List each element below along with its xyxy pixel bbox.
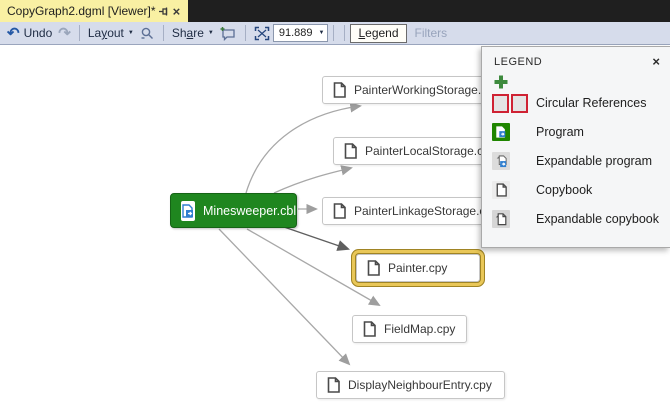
undo-label: Undo [24, 26, 53, 40]
legend-panel: LEGEND × Circular References Program [481, 46, 670, 248]
legend-item-label: Expandable program [536, 154, 652, 168]
tab-strip: CopyGraph2.dgml [Viewer]* × [0, 0, 670, 22]
document-tab-title: CopyGraph2.dgml [Viewer]* [7, 4, 156, 18]
pin-icon[interactable] [158, 4, 169, 19]
toolbar-separator [333, 25, 334, 41]
legend-item-label: Program [536, 125, 584, 139]
zoom-combobox[interactable]: 91.889 ▼ [273, 24, 329, 42]
graph-node-painterlinkagestorage[interactable]: PainterLinkageStorage.cpy [322, 197, 492, 225]
legend-title: LEGEND [494, 56, 652, 68]
program-icon [492, 123, 536, 141]
graph-node-painterworkingstorage[interactable]: PainterWorkingStorage.cpy [322, 76, 492, 104]
legend-item-program[interactable]: Program [492, 121, 670, 143]
legend-item-label: Circular References [536, 96, 646, 110]
filters-button[interactable]: Filters [415, 26, 448, 40]
copybook-icon [492, 181, 536, 199]
undo-icon: ↶ [7, 26, 20, 41]
dgml-viewer-window: CopyGraph2.dgml [Viewer]* × ↶ Undo ↷ Lay… [0, 0, 670, 407]
undo-button[interactable]: ↶ Undo [7, 26, 52, 41]
graph-toolbar: ↶ Undo ↷ Layout ▼ Share ▼ 91.889 ▼ [0, 22, 670, 45]
legend-item-expandable-copybook[interactable]: Expandable copybook [492, 208, 670, 230]
toolbar-separator [245, 25, 246, 41]
node-label: Painter.cpy [388, 261, 447, 275]
legend-item-label: Copybook [536, 183, 592, 197]
chevron-down-icon: ▼ [128, 30, 134, 36]
copybook-icon [363, 321, 376, 337]
toolbar-separator [344, 25, 345, 41]
edge-minesweeper-painterlocal [274, 168, 351, 193]
graph-node-painterlocalstorage[interactable]: PainterLocalStorage.cpy [333, 137, 491, 165]
redo-button[interactable]: ↷ [58, 26, 71, 41]
node-label: DisplayNeighbourEntry.cpy [348, 378, 492, 392]
copybook-icon [344, 143, 357, 159]
share-dropdown[interactable]: Share ▼ [172, 26, 214, 40]
graph-node-painter[interactable]: Painter.cpy [356, 254, 480, 282]
copybook-icon [333, 82, 346, 98]
node-label: PainterLinkageStorage.cpy [354, 204, 492, 218]
document-tab[interactable]: CopyGraph2.dgml [Viewer]* × [0, 0, 188, 22]
node-label: PainterLocalStorage.cpy [365, 144, 491, 158]
edge-minesweeper-painter [284, 227, 348, 249]
legend-close-icon[interactable]: × [652, 55, 660, 68]
copybook-icon [367, 260, 380, 276]
expandable-program-icon [492, 152, 536, 170]
close-icon[interactable]: × [171, 4, 182, 19]
new-comment-button[interactable] [220, 26, 237, 41]
node-label: Minesweeper.cbl [203, 204, 296, 218]
layout-dropdown[interactable]: Layout ▼ [88, 26, 134, 40]
graph-node-displayneighbourentry[interactable]: DisplayNeighbourEntry.cpy [316, 371, 505, 399]
zoom-to-code-button[interactable] [140, 26, 155, 41]
legend-toggle-button[interactable]: Legend [350, 24, 406, 43]
graph-node-fieldmap[interactable]: FieldMap.cpy [352, 315, 467, 343]
edge-minesweeper-displayneighbour [219, 229, 349, 364]
node-label: PainterWorkingStorage.cpy [354, 83, 492, 97]
toolbar-separator [79, 25, 80, 41]
chevron-down-icon: ▼ [208, 30, 214, 36]
graph-node-minesweeper[interactable]: Minesweeper.cbl [170, 193, 297, 228]
legend-item-label: Expandable copybook [536, 212, 659, 226]
expandable-copybook-icon [492, 210, 536, 228]
copybook-icon [327, 377, 340, 393]
chevron-down-icon: ▼ [319, 30, 325, 36]
redo-icon: ↷ [58, 26, 71, 41]
copybook-icon [333, 203, 346, 219]
legend-item-expandable-program[interactable]: Expandable program [492, 150, 670, 172]
legend-item-circular-references[interactable]: Circular References [492, 92, 670, 114]
toolbar-separator [163, 25, 164, 41]
node-label: FieldMap.cpy [384, 322, 455, 336]
legend-add-button[interactable] [493, 74, 509, 90]
fit-to-page-icon[interactable] [254, 26, 270, 41]
circular-references-icon [492, 94, 536, 113]
program-icon [181, 201, 195, 221]
legend-item-copybook[interactable]: Copybook [492, 179, 670, 201]
zoom-value: 91.889 [279, 27, 313, 39]
